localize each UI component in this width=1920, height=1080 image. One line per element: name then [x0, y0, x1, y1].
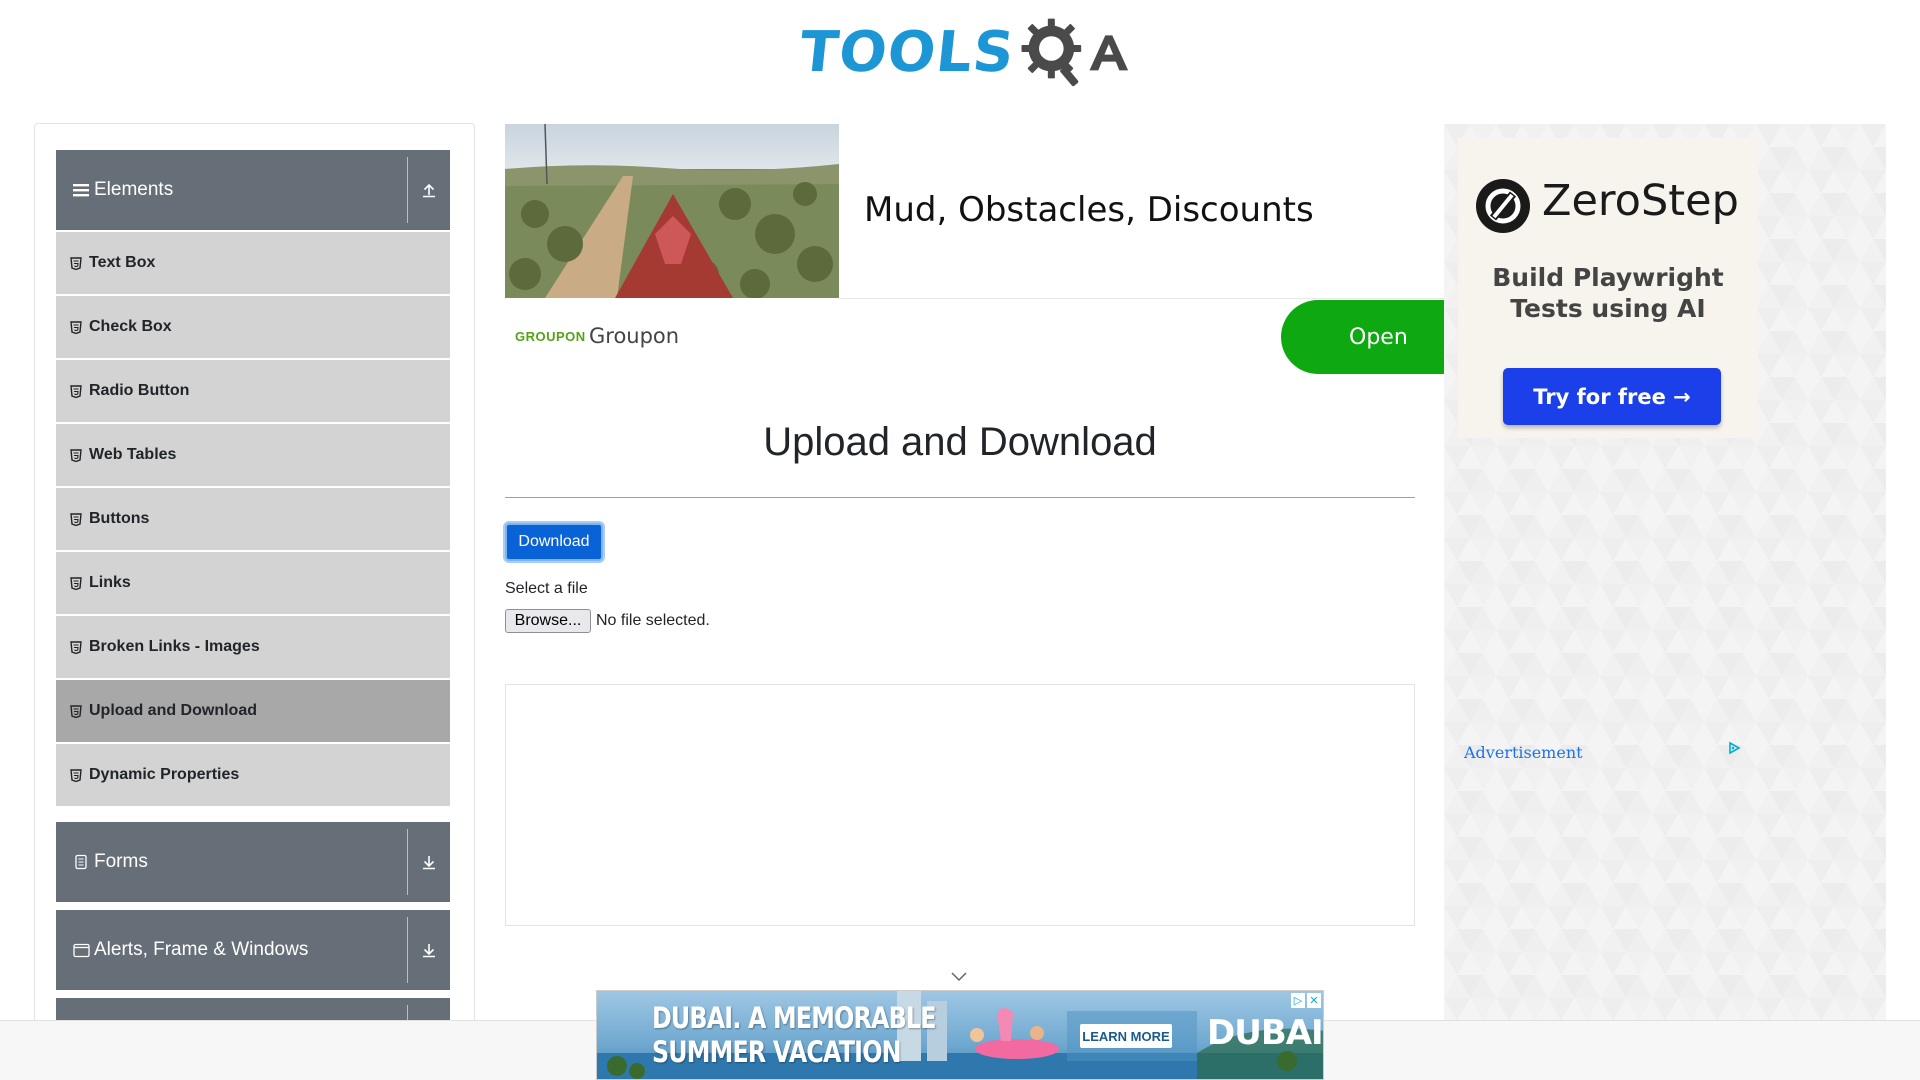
- divider: [407, 829, 408, 895]
- try-for-free-button[interactable]: Try for free →: [1503, 368, 1721, 425]
- page-title: Upload and Download: [763, 420, 1157, 464]
- file-status: No file selected.: [596, 612, 710, 629]
- zerostep-tagline: Build Playwright Tests using AI: [1458, 262, 1758, 324]
- ad-controls: ▷ ✕: [1291, 993, 1321, 1008]
- collapse-up-icon[interactable]: [408, 182, 450, 198]
- ad-headline: Mud, Obstacles, Discounts: [864, 190, 1314, 230]
- gear-magnifier-icon: [1021, 18, 1082, 87]
- sidebar-item-label: Links: [89, 574, 131, 591]
- html5-icon: [70, 384, 84, 398]
- html5-icon: [70, 256, 84, 270]
- sidebar: Elements Text Box Check Box Radio Button…: [34, 123, 475, 1080]
- banner-headline-1: DUBAI. A MEMORABLE: [652, 1001, 937, 1035]
- sidebar-item-check-box[interactable]: Check Box: [56, 296, 450, 358]
- expand-down-icon[interactable]: [408, 854, 450, 870]
- sidebar-item-label: Broken Links - Images: [89, 638, 260, 655]
- upload-result-area: [505, 684, 1415, 926]
- sidebar-item-label: Web Tables: [89, 446, 177, 463]
- list-icon: [72, 181, 90, 199]
- divider: [839, 298, 1445, 299]
- sidebar-item-label: Text Box: [89, 254, 156, 271]
- close-icon[interactable]: ✕: [1307, 993, 1321, 1008]
- toolsqa-logo[interactable]: TOOLS: [796, 12, 1130, 92]
- group-label: Alerts, Frame & Windows: [94, 939, 309, 960]
- page: TOOLS Elements Text Box Check Box Radio …: [0, 0, 1920, 1080]
- advertisement-label: Advertisement: [1464, 743, 1583, 762]
- sidebar-item-dynamic-properties[interactable]: Dynamic Properties: [56, 744, 450, 806]
- ad-groupon[interactable]: Mud, Obstacles, Discounts GROUPON Groupo…: [505, 124, 1461, 374]
- adchoices-icon[interactable]: ▷: [1291, 993, 1305, 1008]
- logo-a-glyph: [1089, 35, 1129, 71]
- ad-zerostep[interactable]: ZeroStep Build Playwright Tests using AI…: [1444, 124, 1886, 1080]
- sidebar-item-links[interactable]: Links: [56, 552, 450, 614]
- group-alerts-frame-windows[interactable]: Alerts, Frame & Windows: [56, 910, 450, 990]
- ad-banner-dubai[interactable]: DUBAI. A MEMORABLE SUMMER VACATION LEARN…: [596, 990, 1324, 1080]
- sidebar-item-radio-button[interactable]: Radio Button: [56, 360, 450, 422]
- ad-photo: [505, 124, 839, 298]
- groupon-logo: GROUPON: [515, 329, 586, 344]
- tagline-line-1: Build Playwright: [1492, 263, 1724, 292]
- html5-icon: [70, 576, 84, 590]
- group-label: Elements: [94, 179, 174, 200]
- window-icon: [72, 941, 90, 959]
- group-elements[interactable]: Elements: [56, 150, 450, 230]
- sidebar-item-text-box[interactable]: Text Box: [56, 232, 450, 294]
- zerostep-card[interactable]: ZeroStep Build Playwright Tests using AI…: [1458, 138, 1758, 438]
- divider: [407, 917, 408, 983]
- sidebar-item-label: Check Box: [89, 318, 172, 335]
- divider: [407, 157, 408, 223]
- file-input[interactable]: Browse... No file selected.: [505, 609, 710, 633]
- adchoices-icon[interactable]: [1727, 741, 1741, 755]
- sidebar-item-upload-download[interactable]: Upload and Download: [56, 680, 450, 742]
- download-button[interactable]: Download: [505, 523, 603, 561]
- html5-icon: [70, 768, 84, 782]
- sidebar-item-label: Radio Button: [89, 382, 190, 399]
- html5-icon: [70, 512, 84, 526]
- sidebar-item-label: Dynamic Properties: [89, 766, 240, 783]
- ad-brand: Groupon: [589, 324, 680, 348]
- sidebar-item-web-tables[interactable]: Web Tables: [56, 424, 450, 486]
- ad-open-button[interactable]: Open: [1281, 300, 1461, 374]
- html5-icon: [70, 640, 84, 654]
- dubai-logo: DUBAI: [1207, 1013, 1323, 1053]
- doc-icon: [72, 853, 90, 871]
- sidebar-item-buttons[interactable]: Buttons: [56, 488, 450, 550]
- group-label: Forms: [94, 851, 148, 872]
- sidebar-item-label: Upload and Download: [89, 702, 257, 719]
- learn-more-button[interactable]: LEARN MORE: [1080, 1024, 1172, 1048]
- select-file-label: Select a file: [505, 580, 588, 597]
- group-forms[interactable]: Forms: [56, 822, 450, 902]
- logo-text: TOOLS: [796, 19, 1018, 85]
- sidebar-item-broken-links[interactable]: Broken Links - Images: [56, 616, 450, 678]
- sidebar-item-label: Buttons: [89, 510, 150, 527]
- zerostep-logo-icon: [1476, 179, 1530, 233]
- zerostep-brand: ZeroStep: [1542, 176, 1739, 226]
- html5-icon: [70, 320, 84, 334]
- divider: [505, 497, 1415, 498]
- expand-down-icon[interactable]: [408, 942, 450, 958]
- html5-icon: [70, 704, 84, 718]
- chevron-down-icon[interactable]: [950, 971, 968, 983]
- html5-icon: [70, 448, 84, 462]
- banner-headline-2: SUMMER VACATION: [652, 1035, 902, 1069]
- browse-button[interactable]: Browse...: [505, 609, 591, 633]
- tagline-line-2: Tests using AI: [1510, 294, 1706, 323]
